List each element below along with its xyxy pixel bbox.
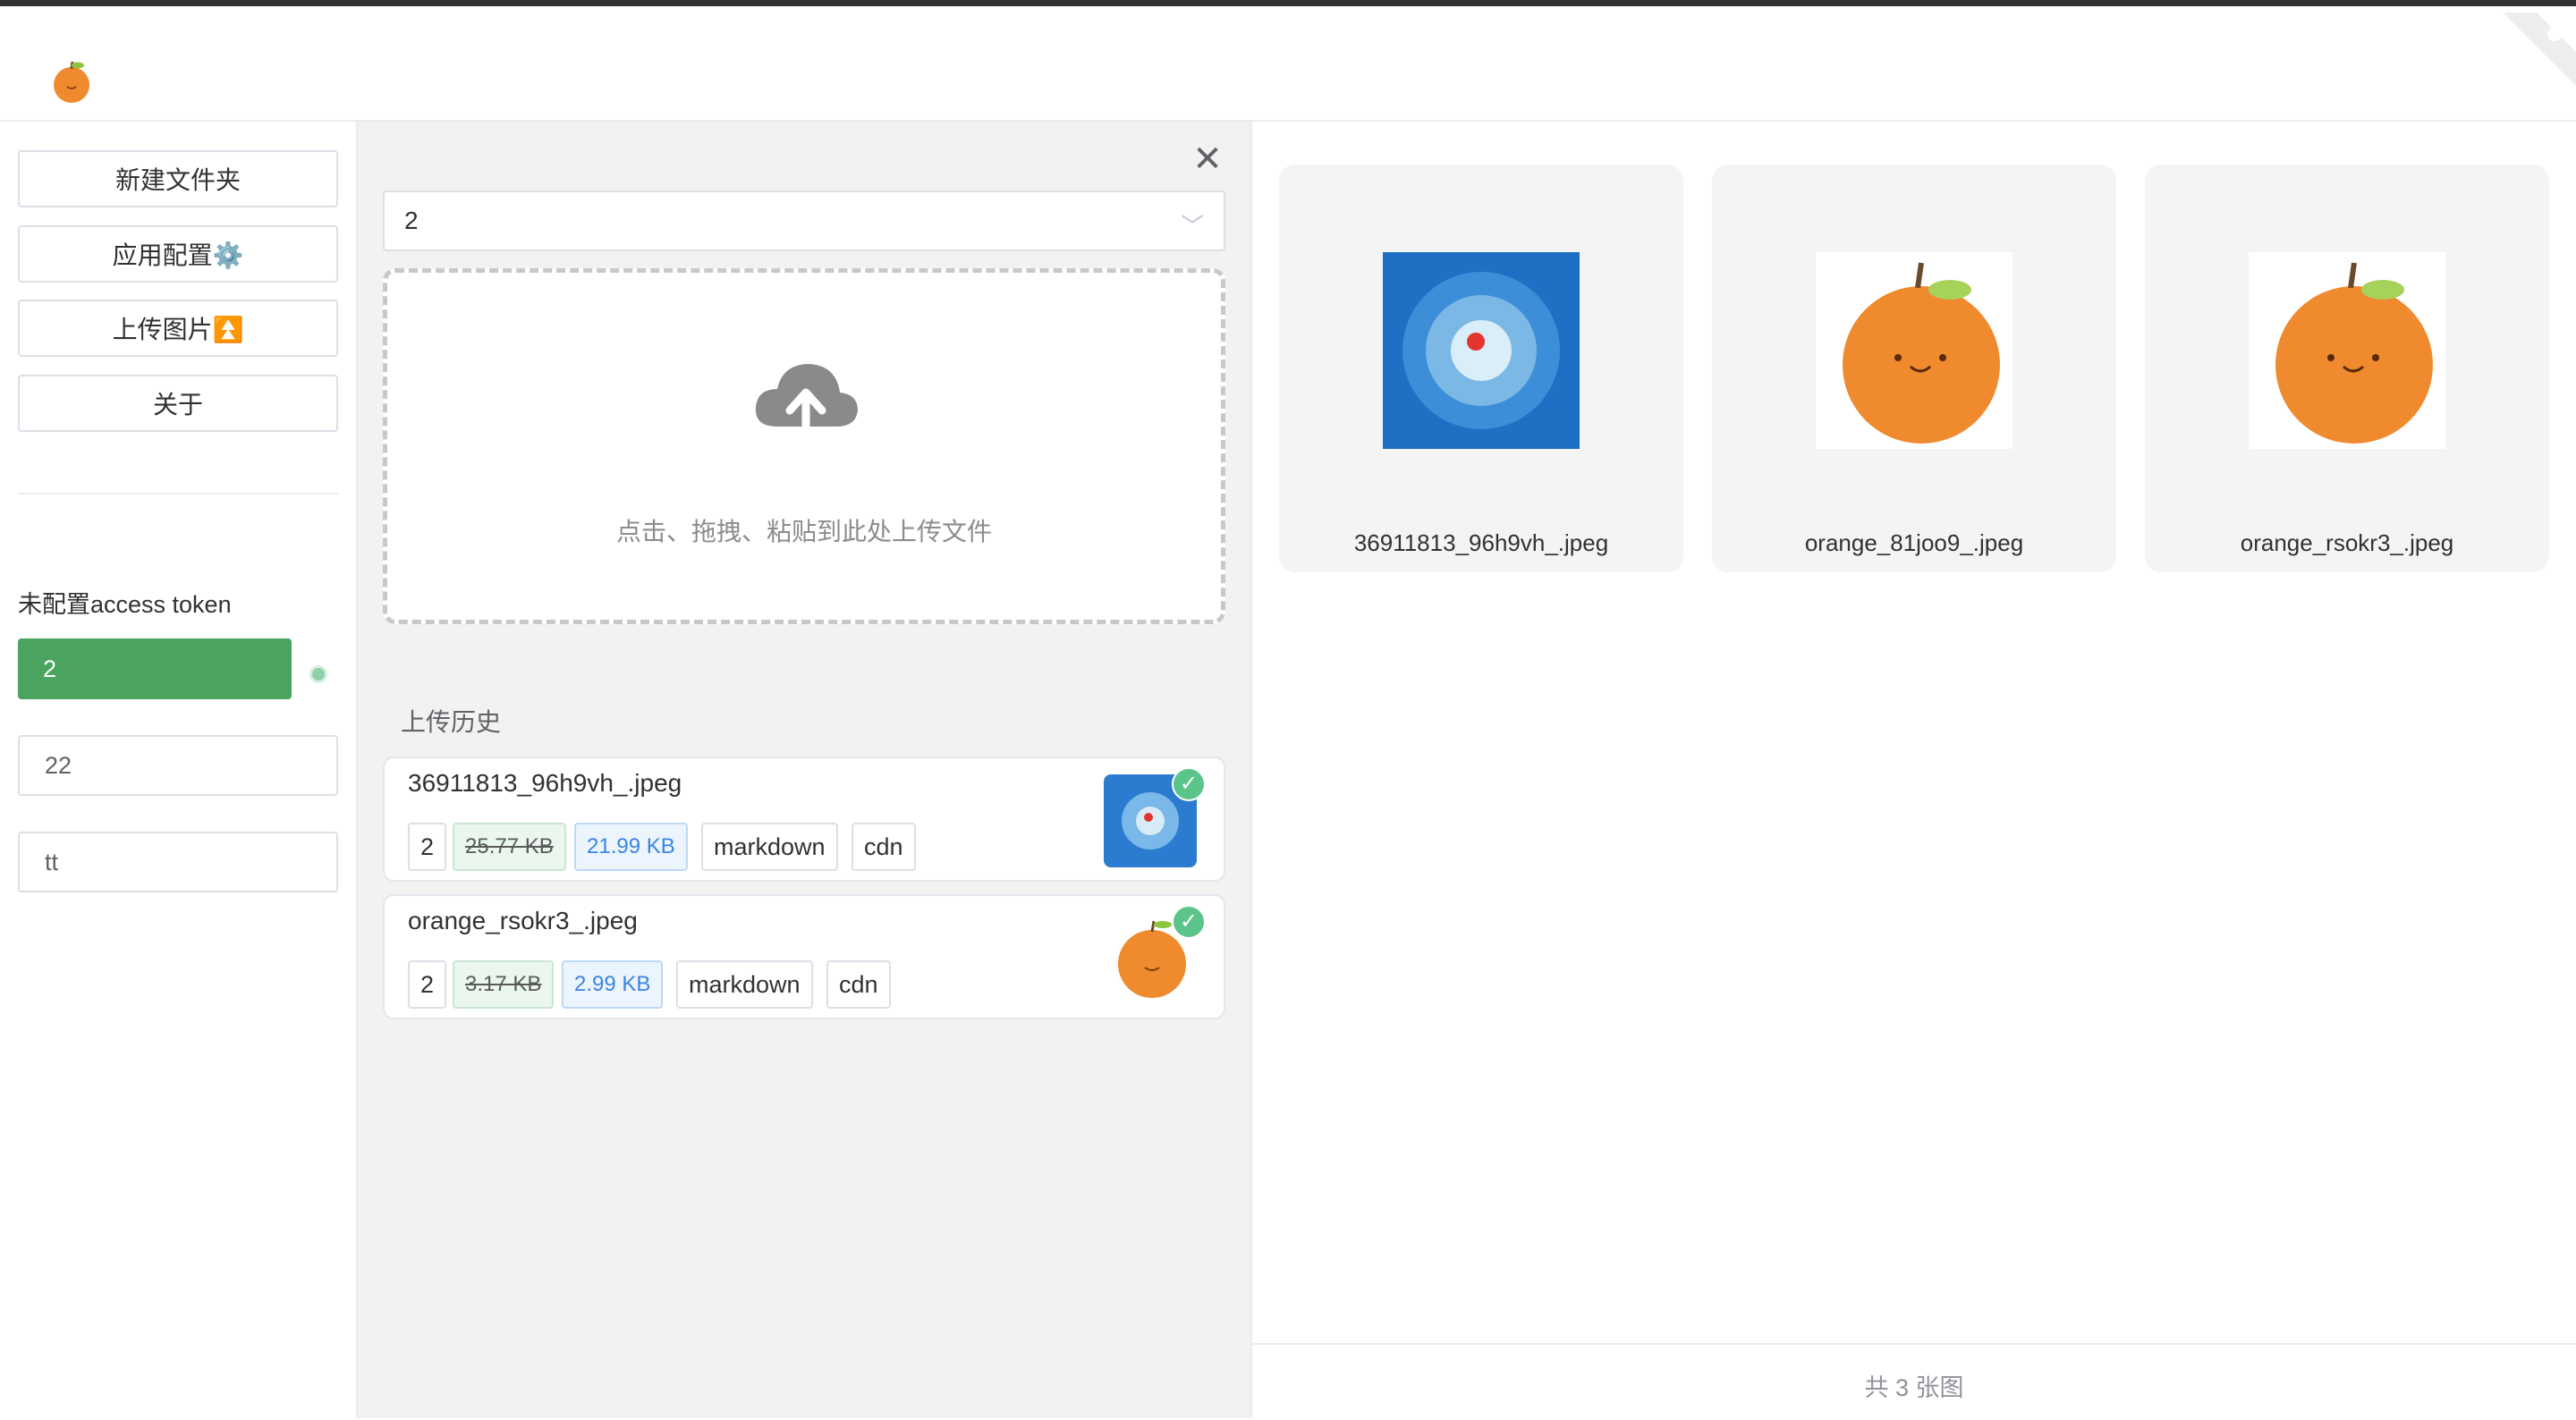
history-filename: 36911813_96h9vh_.jpeg (408, 769, 682, 797)
gallery-filename: orange_81joo9_.jpeg (1804, 529, 2024, 556)
history-repo-tag: 2 (408, 960, 447, 1009)
repo-select[interactable]: 2 ﹀ (383, 190, 1225, 251)
close-icon[interactable]: ✕ (1191, 141, 1224, 177)
sidebar-divider (18, 493, 338, 494)
history-filename: orange_rsokr3_.jpeg (408, 907, 638, 934)
upload-success-icon: ✓ (1172, 767, 1206, 801)
github-corner-icon[interactable] (2503, 13, 2576, 86)
history-title: 上传历史 (401, 708, 502, 736)
copy-markdown-button[interactable]: markdown (676, 960, 813, 1009)
history-original-size: 3.17 KB (453, 960, 555, 1009)
gallery-image[interactable] (1816, 252, 2012, 449)
token-status-label: 未配置access token (18, 591, 232, 618)
repo-select-value: 2 (404, 207, 419, 234)
gallery-filename: 36911813_96h9vh_.jpeg (1353, 529, 1609, 556)
history-repo-tag: 2 (408, 823, 447, 871)
gallery-image[interactable] (2249, 252, 2445, 449)
orange-logo-icon[interactable] (48, 58, 95, 105)
repo-item-tt[interactable]: tt (18, 832, 338, 892)
top-bar (0, 0, 2576, 6)
upload-success-icon: ✓ (1172, 905, 1206, 939)
history-compressed-size: 2.99 KB (562, 960, 664, 1009)
status-dot (309, 665, 327, 683)
history-original-size: 25.77 KB (453, 823, 566, 871)
dropzone-text: 点击、拖拽、粘贴到此处上传文件 (615, 518, 992, 545)
header (0, 6, 2576, 122)
app-config-button[interactable]: 应用配置⚙️ (18, 225, 338, 283)
gallery-image[interactable] (1383, 252, 1580, 449)
gallery-footer: 共 3 张图 (1252, 1343, 2576, 1420)
history-compressed-size: 21.99 KB (574, 823, 688, 871)
cloud-upload-icon (755, 364, 858, 446)
history-item: 36911813_96h9vh_.jpeg 2 25.77 KB 21.99 K… (383, 756, 1225, 882)
copy-markdown-button[interactable]: markdown (701, 823, 838, 871)
chevron-down-icon: ﹀ (1180, 213, 1204, 240)
copy-cdn-button[interactable]: cdn (852, 823, 916, 871)
gallery-card[interactable]: orange_81joo9_.jpeg (1712, 165, 2116, 572)
gallery-card[interactable]: orange_rsokr3_.jpeg (2145, 165, 2549, 572)
history-item: orange_rsokr3_.jpeg 2 3.17 KB 2.99 KB ma… (383, 894, 1225, 1019)
copy-cdn-button[interactable]: cdn (826, 960, 891, 1009)
about-button[interactable]: 关于 (18, 375, 338, 432)
repo-item-22[interactable]: 22 (18, 735, 338, 796)
gallery-card[interactable]: 36911813_96h9vh_.jpeg (1279, 165, 1683, 572)
repo-item-selected[interactable]: 2 (18, 638, 292, 699)
gallery-filename: orange_rsokr3_.jpeg (2240, 529, 2454, 556)
upload-dropzone[interactable]: 点击、拖拽、粘贴到此处上传文件 (383, 268, 1225, 624)
image-count: 共 3 张图 (1864, 1374, 1964, 1401)
new-folder-button[interactable]: 新建文件夹 (18, 150, 338, 207)
upload-image-button[interactable]: 上传图片⏫ (18, 300, 338, 357)
